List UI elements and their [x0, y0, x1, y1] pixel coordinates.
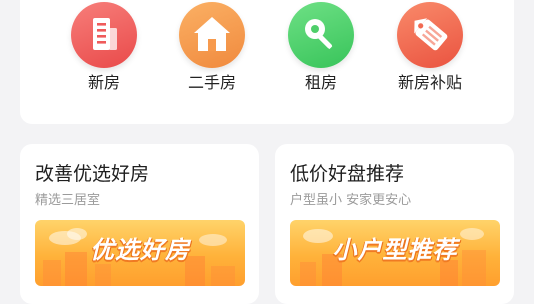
- banner-text: 优选好房: [90, 236, 190, 264]
- nav-item-new-house[interactable]: 新房: [54, 0, 154, 110]
- card-banner[interactable]: 优选好房: [35, 220, 245, 286]
- house-icon: [179, 2, 245, 68]
- card-subtitle: 户型虽小 安家更安心: [290, 193, 412, 208]
- banner-text: 小户型推荐: [332, 236, 458, 264]
- card-title: 改善优选好房: [35, 163, 150, 185]
- key-icon: [288, 2, 354, 68]
- tag-icon: [397, 2, 463, 68]
- nav-item-subsidy[interactable]: 新房补贴: [380, 0, 480, 110]
- nav-item-second-hand[interactable]: 二手房: [162, 0, 262, 110]
- nav-label-new-house: 新房: [87, 73, 120, 92]
- card-title: 低价好盘推荐: [290, 163, 405, 185]
- nav-label-second-hand: 二手房: [187, 73, 236, 92]
- nav-item-rent[interactable]: 租房: [271, 0, 371, 110]
- card-budget-homes[interactable]: 低价好盘推荐 户型虽小 安家更安心 小户型推荐: [275, 144, 514, 304]
- nav-label-rent: 租房: [304, 73, 337, 92]
- card-subtitle: 精选三居室: [35, 193, 101, 208]
- quick-nav-card: 新房 二手房 租房 新房补贴: [20, 0, 514, 124]
- card-banner[interactable]: 小户型推荐: [290, 220, 500, 286]
- nav-label-subsidy: 新房补贴: [397, 73, 462, 92]
- card-premium-homes[interactable]: 改善优选好房 精选三居室 优选好房: [20, 144, 259, 304]
- building-icon: [71, 2, 137, 68]
